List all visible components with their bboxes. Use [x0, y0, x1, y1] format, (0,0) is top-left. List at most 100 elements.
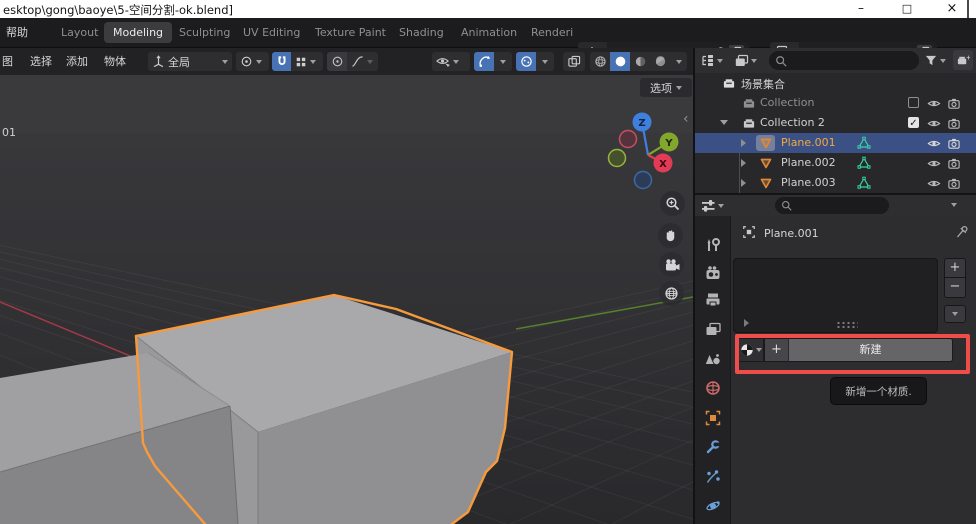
proportional-falloff-dropdown[interactable]: [347, 52, 378, 71]
maximize-button[interactable]: □: [892, 0, 922, 18]
collection-exclude-checkbox[interactable]: [908, 97, 919, 108]
render-camera-icon[interactable]: [947, 137, 961, 150]
show-gizmo-toggle[interactable]: [474, 52, 494, 71]
shading-material-button[interactable]: [630, 52, 650, 71]
list-expand-arrow[interactable]: [744, 319, 749, 327]
hide-eye-icon[interactable]: [927, 137, 941, 150]
shading-rendered-button[interactable]: [650, 52, 670, 71]
outliner-filter-button[interactable]: [924, 52, 946, 69]
workspace-tab-texture-paint[interactable]: Texture Paint: [306, 22, 395, 43]
chevron-down-icon: [940, 59, 946, 63]
show-overlays-toggle[interactable]: [516, 52, 536, 71]
close-button[interactable]: ×: [937, 0, 967, 18]
minimize-button[interactable]: –: [846, 0, 876, 18]
row-collection[interactable]: Collection: [695, 93, 976, 113]
overlays-dropdown[interactable]: [536, 52, 554, 71]
expand-arrow-icon[interactable]: [741, 139, 746, 147]
tab-viewlayer-icon[interactable]: [705, 322, 721, 338]
workspace-tab-layout[interactable]: Layout: [52, 22, 107, 43]
tab-output-icon[interactable]: [705, 292, 721, 308]
chevron-down-icon: [222, 60, 228, 64]
menu-add[interactable]: 添加: [66, 48, 88, 75]
render-camera-icon[interactable]: [947, 117, 961, 130]
navigation-gizmo[interactable]: Z Y X: [592, 92, 692, 197]
hide-eye-icon[interactable]: [927, 157, 941, 170]
tab-scene-icon[interactable]: [705, 352, 721, 368]
pivot-point-dropdown[interactable]: [236, 52, 269, 71]
workspace-tab-shading[interactable]: Shading: [390, 22, 453, 43]
viewport-corner-label: 01: [2, 126, 16, 139]
mesh-object-icon: [759, 176, 773, 190]
list-resize-grip[interactable]: [836, 321, 858, 329]
menu-view[interactable]: 图: [2, 48, 13, 75]
gizmo-minus-y[interactable]: [609, 150, 626, 167]
tab-object-icon[interactable]: [705, 410, 721, 426]
render-camera-icon[interactable]: [947, 177, 961, 190]
expand-arrow-icon[interactable]: [720, 120, 728, 125]
chevron-down-icon: [751, 59, 757, 63]
collection-2-exclude-checkbox[interactable]: ✓: [908, 117, 919, 128]
hide-eye-icon[interactable]: [927, 117, 941, 130]
menu-select[interactable]: 选择: [30, 48, 52, 75]
material-specials-dropdown[interactable]: [944, 305, 966, 323]
menu-object[interactable]: 物体: [104, 48, 126, 75]
outliner-search-input[interactable]: [769, 51, 919, 70]
hide-eye-icon[interactable]: [927, 97, 941, 110]
pin-icon[interactable]: [955, 225, 969, 239]
outliner-editor-type-button[interactable]: [700, 51, 723, 70]
tab-particles-icon[interactable]: [705, 469, 721, 485]
chevron-down-icon: [256, 60, 262, 64]
row-collection-2[interactable]: Collection 2 ✓: [695, 113, 976, 133]
gizmo-minus-z[interactable]: [635, 172, 652, 189]
xray-toggle[interactable]: [563, 52, 585, 71]
menu-help[interactable]: 帮助: [6, 18, 28, 48]
filter-funnel-icon: [924, 54, 938, 67]
row-plane-002[interactable]: Plane.002: [695, 153, 976, 173]
gizmo-minus-x[interactable]: [620, 131, 637, 148]
shading-dropdown[interactable]: [670, 52, 687, 71]
orthographic-toggle-button[interactable]: [659, 281, 684, 306]
workspace-tab-modeling[interactable]: Modeling: [104, 22, 172, 43]
tab-world-icon[interactable]: [705, 380, 721, 396]
pan-button[interactable]: [658, 223, 683, 248]
zoom-button[interactable]: [660, 191, 685, 216]
tab-tool-icon[interactable]: [705, 237, 721, 253]
shading-wireframe-button[interactable]: [590, 52, 610, 71]
hide-eye-icon[interactable]: [927, 177, 941, 190]
snap-with-dropdown[interactable]: [291, 52, 323, 71]
search-icon: [781, 200, 792, 211]
title-bar: esktop\gong\baoye\5-空间分割-ok.blend] – □ ×: [0, 0, 976, 18]
properties-options-dropdown[interactable]: [951, 203, 957, 207]
shading-solid-button[interactable]: [610, 52, 630, 71]
row-plane-001[interactable]: Plane.001: [695, 133, 976, 153]
workspace-tab-uv-editing[interactable]: UV Editing: [234, 22, 309, 43]
remove-material-slot-button[interactable]: −: [944, 278, 966, 298]
show-object-types-dropdown[interactable]: [432, 52, 470, 71]
new-collection-button[interactable]: +: [953, 50, 973, 70]
gizmo-dropdown[interactable]: [494, 52, 512, 71]
camera-view-button[interactable]: [659, 252, 684, 277]
snap-toggle-button[interactable]: [272, 52, 291, 71]
mesh-data-icon: [857, 176, 871, 190]
tab-render-icon[interactable]: [705, 265, 721, 281]
transform-orientation-dropdown[interactable]: 全局: [148, 52, 232, 71]
add-material-slot-button[interactable]: +: [944, 258, 966, 278]
overlays-icon: [520, 55, 533, 68]
properties-editor-type-button[interactable]: [701, 197, 724, 214]
render-camera-icon[interactable]: [947, 97, 961, 110]
render-camera-icon[interactable]: [947, 157, 961, 170]
tab-physics-icon[interactable]: [705, 498, 721, 514]
breadcrumb-object-name[interactable]: Plane.001: [764, 227, 819, 240]
row-plane-003[interactable]: Plane.003: [695, 173, 976, 193]
properties-search-input[interactable]: [775, 197, 889, 214]
workspace-tab-animation[interactable]: Animation: [452, 22, 526, 43]
tab-modifiers-icon[interactable]: [705, 439, 721, 455]
workspace-tab-sculpting[interactable]: Sculpting: [170, 22, 239, 43]
proportional-editing-toggle[interactable]: [327, 52, 347, 71]
expand-arrow-icon[interactable]: [741, 179, 746, 187]
expand-arrow-icon[interactable]: [741, 159, 746, 167]
outliner-display-mode-button[interactable]: [734, 51, 757, 70]
workspace-tab-rendering[interactable]: Renderi: [522, 22, 574, 43]
row-scene-collection[interactable]: 场景集合: [695, 73, 976, 93]
viewport-canvas[interactable]: 01 选项 ‹ Z Y X: [0, 75, 693, 524]
